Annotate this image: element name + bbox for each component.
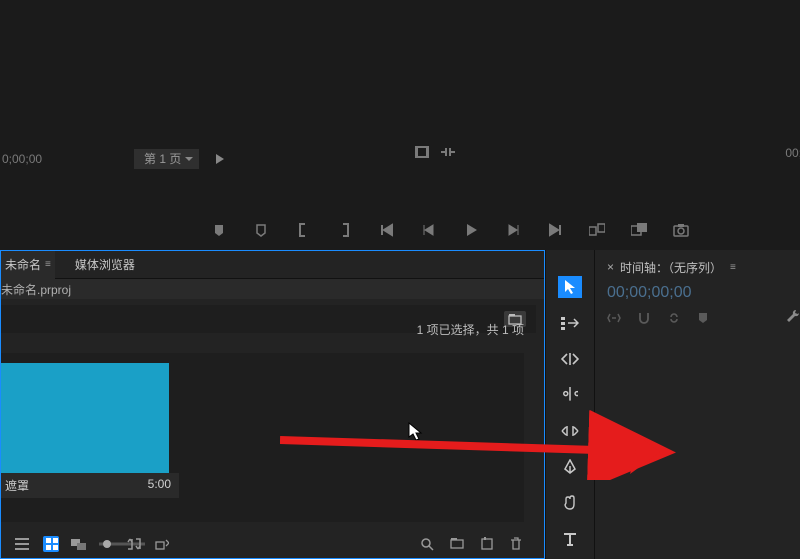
go-to-out-icon[interactable] [546,222,564,238]
page-next-icon[interactable] [215,154,225,164]
project-bin-area[interactable]: 遮罩 5:00 [1,353,524,522]
in-bracket-icon[interactable] [294,222,312,238]
nest-icon[interactable] [607,312,621,324]
razor-tool[interactable] [558,384,582,406]
clip-item[interactable]: 遮罩 5:00 [11,363,179,498]
export-frame-icon[interactable] [672,222,690,238]
track-select-tool[interactable] [558,312,582,334]
timeline-panel[interactable]: × 时间轴：（无序列） ≡ 00;00;00;00 [595,250,800,559]
go-to-in-icon[interactable] [378,222,396,238]
sort-icon[interactable] [127,538,143,550]
tab-project-label: 未命名 [5,256,41,273]
clip-name: 遮罩 [5,477,29,494]
aspect-icon[interactable] [415,146,429,158]
timeline-menu-icon[interactable]: ≡ [730,262,736,273]
trash-icon[interactable] [510,537,526,551]
pen-tool[interactable] [558,456,582,478]
play-icon[interactable] [462,222,480,238]
tools-toolbar [545,250,595,559]
list-view-icon[interactable] [15,538,31,550]
zoom-slider[interactable] [99,539,115,549]
mark-out-icon[interactable] [252,222,270,238]
new-item-icon[interactable] [480,537,496,551]
hand-tool[interactable] [558,492,582,514]
automate-icon[interactable] [155,538,171,550]
snap-toggle-icon[interactable] [637,311,651,325]
icon-view-icon[interactable] [43,536,59,552]
mark-in-icon[interactable] [210,222,228,238]
tab-project[interactable]: 未命名 ≡ [1,251,55,279]
tab-menu-icon[interactable]: ≡ [45,259,51,270]
selection-tool[interactable] [558,276,582,298]
page-dropdown[interactable]: 第 1 页 [134,149,199,169]
source-timecode-right: 00; [785,146,800,160]
slip-tool[interactable] [558,420,582,442]
project-bottom-toolbar [1,530,544,558]
clip-duration: 5:00 [148,477,171,494]
type-tool[interactable] [558,528,582,550]
step-back-icon[interactable] [420,222,438,238]
overwrite-icon[interactable] [630,222,648,238]
snap-icon[interactable] [441,147,455,157]
insert-icon[interactable] [588,222,606,238]
marker-icon[interactable] [697,312,709,324]
timeline-timecode[interactable]: 00;00;00;00 [607,284,800,302]
clip-thumbnail[interactable] [1,363,169,473]
freeform-view-icon[interactable] [71,538,87,550]
step-fwd-icon[interactable] [504,222,522,238]
panel-tabs: 未命名 ≡ 媒体浏览器 [1,251,544,279]
out-bracket-icon[interactable] [336,222,354,238]
project-panel[interactable]: 未命名 ≡ 媒体浏览器 未命名.prproj 1 项已选择，共 1 项 遮罩 5… [0,250,545,559]
find-icon[interactable] [420,537,436,551]
timeline-title: 时间轴：（无序列） [620,259,722,276]
tab-media-browser[interactable]: 媒体浏览器 [71,251,139,279]
source-timecode-left: 0;00;00 [2,152,62,166]
settings-icon[interactable] [786,310,800,326]
linked-selection-icon[interactable] [667,311,681,325]
selection-count: 1 项已选择，共 1 项 [417,321,524,338]
project-filename: 未命名.prproj [1,279,544,299]
close-tab-icon[interactable]: × [607,260,614,274]
new-bin-icon[interactable] [450,537,466,551]
ripple-edit-tool[interactable] [558,348,582,370]
